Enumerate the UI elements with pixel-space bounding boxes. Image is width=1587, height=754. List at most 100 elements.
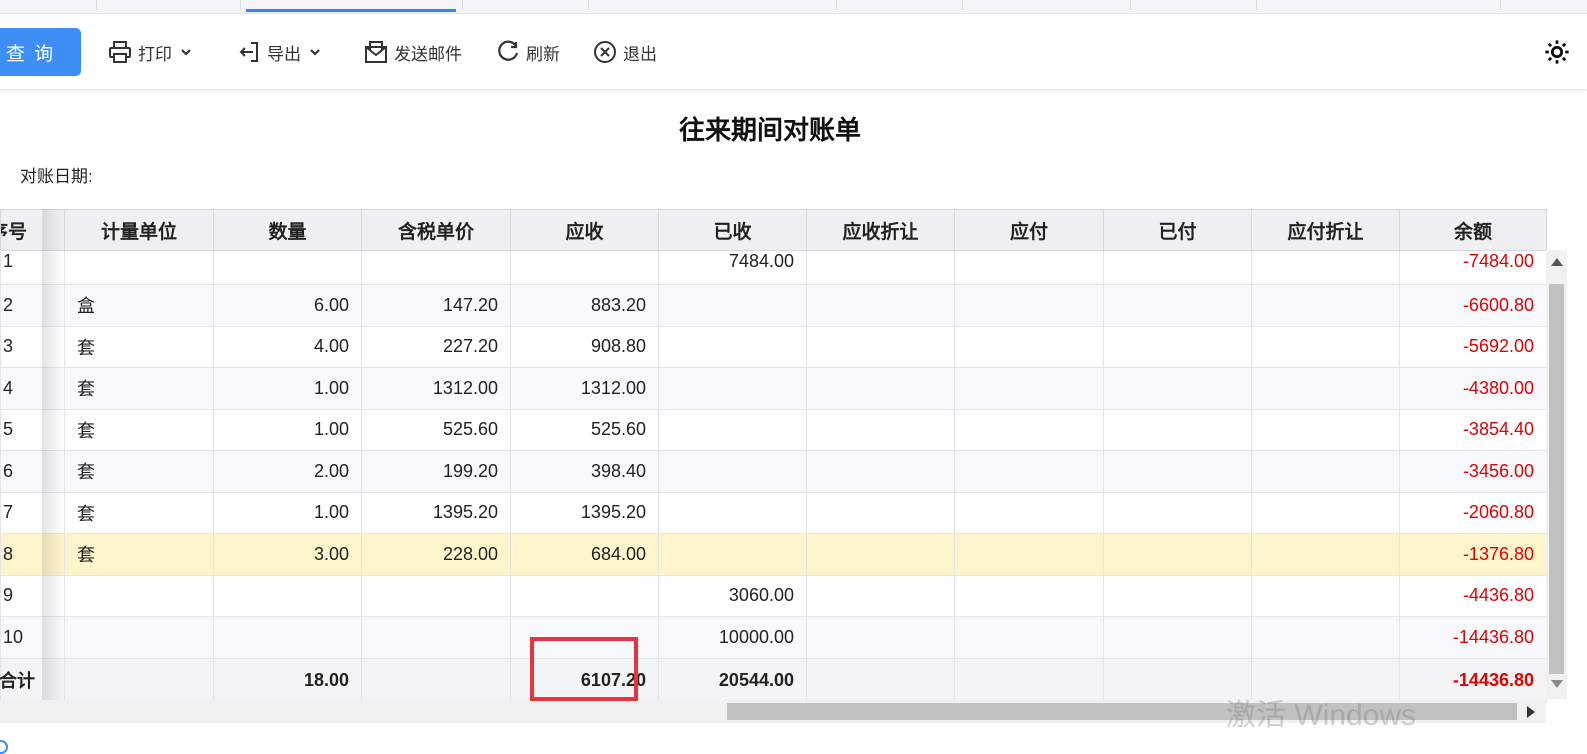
table-row[interactable]: 5 套 1.00 525.60 525.60 -3854.40: [0, 408, 1547, 451]
table-cell: [806, 450, 955, 493]
toolbar: 查 询 打印 导出 发送邮件 刷新 退出: [0, 14, 1587, 90]
vertical-scrollbar[interactable]: [1546, 250, 1567, 699]
tab-separator: [96, 0, 97, 10]
column-header[interactable]: 余额: [1399, 209, 1547, 251]
table-cell: [806, 367, 955, 410]
table-cell: [1103, 574, 1252, 617]
table-cell: [954, 325, 1104, 368]
table-cell: 1395.20: [361, 491, 511, 534]
table-cell: [1251, 408, 1400, 451]
printer-icon: [109, 41, 131, 63]
balance-cell: -1376.80: [1399, 533, 1547, 576]
table-cell: [954, 450, 1104, 493]
scroll-up-arrow-icon[interactable]: [1551, 258, 1563, 266]
send-email-button[interactable]: 发送邮件: [364, 38, 462, 66]
table-cell: [213, 250, 362, 285]
table-cell: [658, 367, 807, 410]
row-number: 3: [0, 325, 65, 368]
table-header-row: 序号 计量单位 数量 含税单价 应收 已收 应收折让 应付 已付 应付折让 余额: [0, 209, 1547, 251]
table-cell: [806, 533, 955, 576]
column-header[interactable]: 应付: [954, 209, 1104, 251]
table-row[interactable]: 1 7484.00 -7484.00: [0, 250, 1547, 285]
scroll-right-arrow-icon[interactable]: [1527, 706, 1535, 718]
table-cell: [954, 284, 1104, 327]
exit-button[interactable]: 退出: [593, 38, 657, 66]
table-row[interactable]: 3 套 4.00 227.20 908.80 -5692.00: [0, 325, 1547, 368]
balance-cell: -4380.00: [1399, 367, 1547, 410]
column-header[interactable]: 计量单位: [64, 209, 214, 251]
column-header[interactable]: 序号: [0, 209, 65, 251]
table-cell: 套: [64, 450, 214, 493]
table-cell: [954, 533, 1104, 576]
table-cell: 套: [64, 367, 214, 410]
row-number: 4: [0, 367, 65, 410]
table-cell: [1103, 533, 1252, 576]
column-header[interactable]: 已收: [658, 209, 807, 251]
column-header[interactable]: 含税单价: [361, 209, 511, 251]
column-header[interactable]: 应收折让: [806, 209, 955, 251]
scroll-down-arrow-icon[interactable]: [1551, 680, 1563, 688]
close-circle-icon: [594, 41, 616, 63]
table-cell: [361, 574, 511, 617]
tab-separator: [962, 0, 963, 10]
table-cell: [361, 616, 511, 659]
table-cell: [954, 250, 1104, 285]
table-cell: 228.00: [361, 533, 511, 576]
refresh-button[interactable]: 刷新: [496, 38, 560, 66]
table-row[interactable]: 7 套 1.00 1395.20 1395.20 -2060.80: [0, 491, 1547, 534]
table-cell: 684.00: [510, 533, 659, 576]
table-cell: [806, 284, 955, 327]
export-button[interactable]: 导出: [237, 38, 321, 66]
table-row[interactable]: 8 套 3.00 228.00 684.00 -1376.80: [0, 533, 1547, 576]
table-cell: 1312.00: [361, 367, 511, 410]
table-cell: 883.20: [510, 284, 659, 327]
table-cell: 盒: [64, 284, 214, 327]
column-header[interactable]: 数量: [213, 209, 362, 251]
tab-separator: [240, 0, 241, 10]
table-cell: [954, 491, 1104, 534]
total-quantity: 18.00: [213, 657, 362, 703]
table-cell: [954, 657, 1104, 703]
mail-icon: [365, 41, 387, 63]
table-row[interactable]: 2 盒 6.00 147.20 883.20 -6600.80: [0, 284, 1547, 327]
row-number: 10: [0, 616, 65, 659]
table-cell: 2.00: [213, 450, 362, 493]
vertical-scroll-thumb[interactable]: [1549, 284, 1564, 674]
table-cell: [510, 250, 659, 285]
table-cell: 套: [64, 491, 214, 534]
row-number: 1: [0, 250, 65, 285]
table-cell: [658, 533, 807, 576]
table-row[interactable]: 6 套 2.00 199.20 398.40 -3456.00: [0, 450, 1547, 493]
table-cell: 6.00: [213, 284, 362, 327]
table-cell: [806, 250, 955, 285]
table-row[interactable]: 9 3060.00 -4436.80: [0, 574, 1547, 617]
column-header[interactable]: 应付折让: [1251, 209, 1400, 251]
table-cell: 1395.20: [510, 491, 659, 534]
table-cell: [64, 616, 214, 659]
row-number: 8: [0, 533, 65, 576]
table-cell: [954, 408, 1104, 451]
query-button[interactable]: 查 询: [0, 28, 81, 76]
column-header[interactable]: 已付: [1103, 209, 1252, 251]
gear-icon[interactable]: [1543, 38, 1571, 66]
table-cell: 398.40: [510, 450, 659, 493]
table-cell: [361, 250, 511, 285]
table-cell: [1103, 367, 1252, 410]
table-cell: [361, 657, 511, 703]
table-cell: [1251, 367, 1400, 410]
balance-cell: -7484.00: [1399, 250, 1547, 285]
table-cell: 1.00: [213, 491, 362, 534]
table-cell: [806, 408, 955, 451]
table-row[interactable]: 10 10000.00 -14436.80: [0, 616, 1547, 659]
table-cell: 3060.00: [658, 574, 807, 617]
active-tab-indicator: [246, 9, 456, 12]
table-cell: [1251, 325, 1400, 368]
status-dot-icon: [0, 740, 8, 754]
column-header[interactable]: 应收: [510, 209, 659, 251]
print-button[interactable]: 打印: [108, 38, 192, 66]
table-row[interactable]: 4 套 1.00 1312.00 1312.00 -4380.00: [0, 367, 1547, 410]
table-cell: 199.20: [361, 450, 511, 493]
table-cell: [1103, 284, 1252, 327]
table-cell: [1251, 616, 1400, 659]
windows-activation-watermark: 激活 Windows: [1226, 699, 1417, 732]
